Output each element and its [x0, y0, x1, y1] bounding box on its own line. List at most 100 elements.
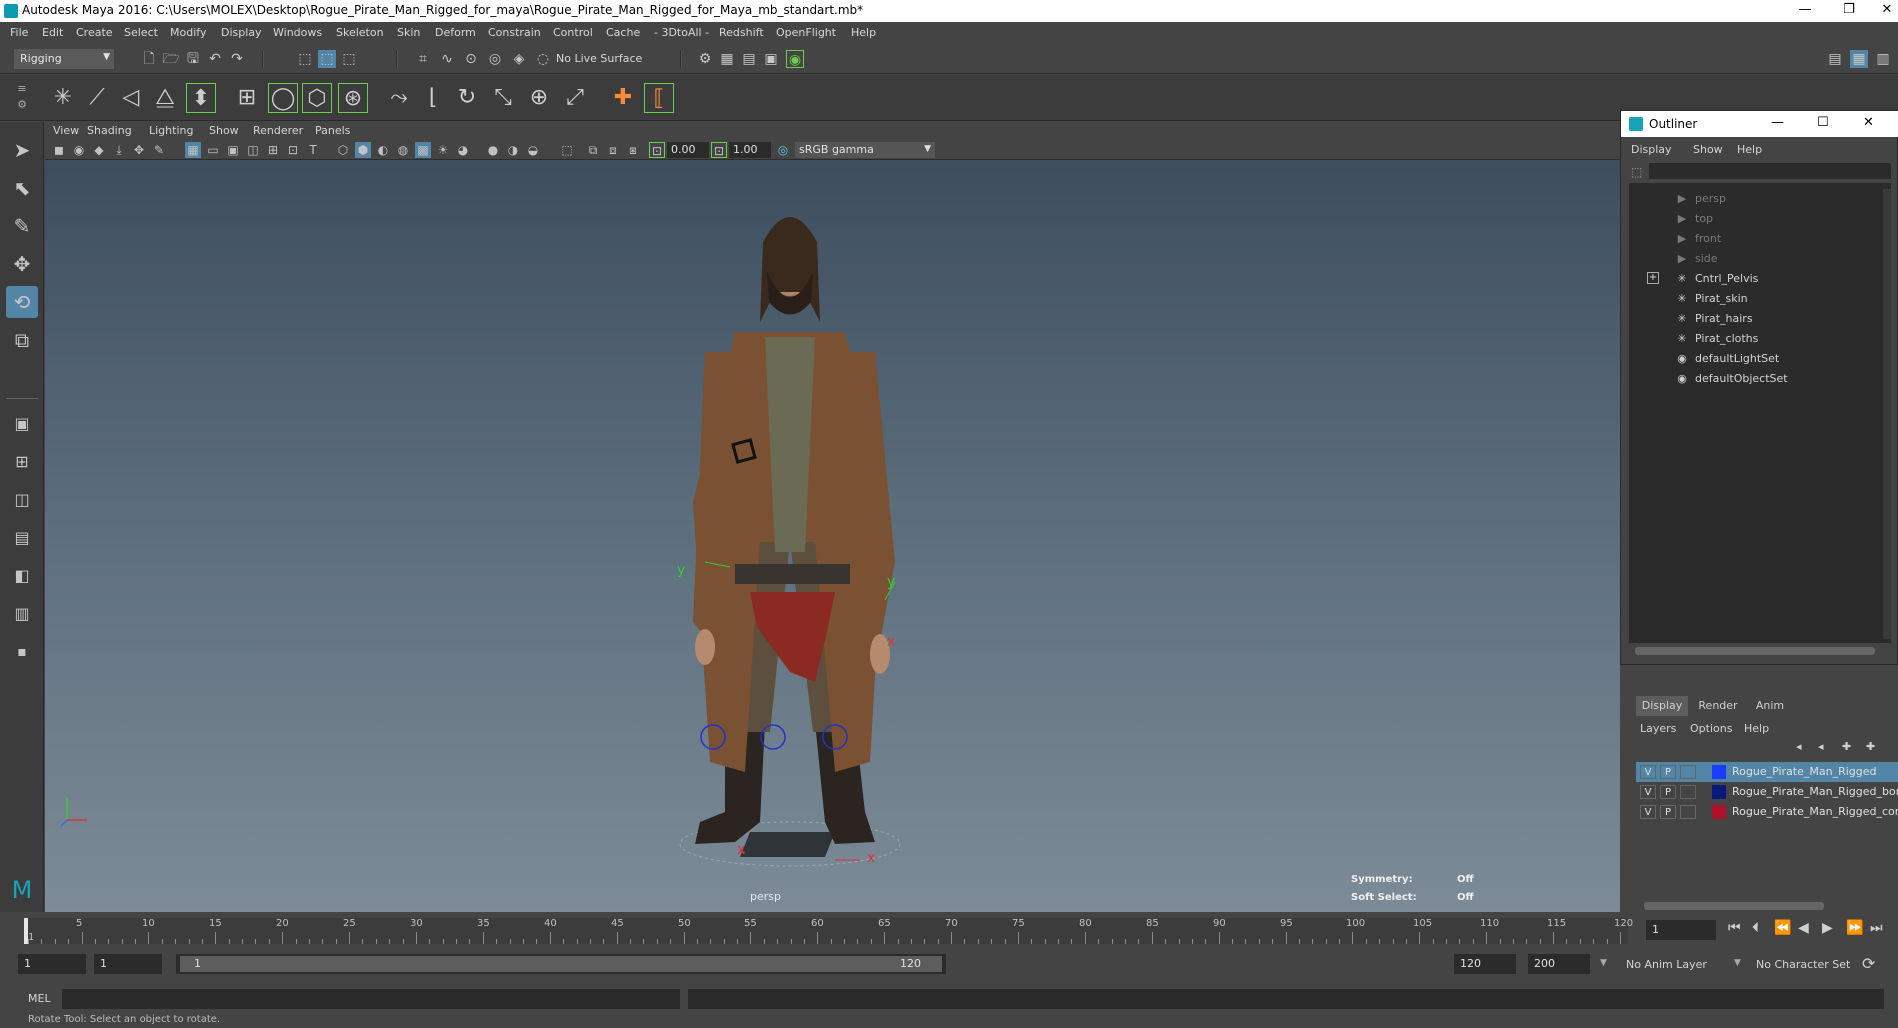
wireframe-on-shaded-icon[interactable]: ◍ [395, 142, 411, 158]
modeling-toolkit-icon[interactable]: ▤ [1826, 50, 1844, 68]
select-tool-icon[interactable]: ➤ [6, 134, 38, 166]
new-scene-icon[interactable]: 🗋 [140, 50, 158, 68]
orient-constraint-icon[interactable]: ↻ [452, 83, 482, 113]
lattice-icon[interactable]: ◯ [268, 83, 298, 113]
snap-curve-icon[interactable]: ∿ [438, 50, 456, 68]
menu-constrain[interactable]: Constrain [488, 26, 541, 39]
attribute-editor-icon[interactable]: ▦ [1850, 50, 1868, 68]
layer-color-swatch[interactable] [1712, 785, 1726, 799]
layout-menu-icon[interactable]: ▪ [6, 636, 38, 668]
outliner-persp-icon[interactable]: ▤ [6, 522, 38, 554]
layer-row[interactable]: V P Rogue_Pirate_Man_Rigged [1636, 762, 1898, 782]
gamma-icon[interactable]: ⊡ [711, 142, 727, 158]
rotate-tool-icon[interactable]: ⟲ [6, 286, 38, 318]
outliner-item[interactable]: ✳ Pirat_cloths [1629, 329, 1879, 349]
step-back-icon[interactable]: ⏴ [1752, 920, 1759, 936]
colorspace-dropdown[interactable]: sRGB gamma ▼ [795, 142, 935, 158]
safe-title-icon[interactable]: T [305, 142, 321, 158]
menu-windows[interactable]: Windows [273, 26, 322, 39]
use-default-material-icon[interactable]: ◐ [375, 142, 391, 158]
textured-icon[interactable]: ▩ [415, 142, 431, 158]
exposure-field[interactable]: 0.00 [667, 142, 709, 158]
menu-help[interactable]: Help [851, 26, 876, 39]
menu-deform[interactable]: Deform [435, 26, 476, 39]
menu-control[interactable]: Control [553, 26, 593, 39]
graph-persp-icon[interactable]: ◧ [6, 560, 38, 592]
snap-view-icon[interactable]: ◎ [486, 50, 504, 68]
lasso-tool-icon[interactable]: ⬉ [6, 172, 38, 204]
new-layer-icon[interactable]: ✚ [1866, 740, 1875, 753]
outliner-h-scrollbar[interactable] [1635, 647, 1875, 655]
snap-grid-icon[interactable]: ⌗ [414, 50, 432, 68]
resolution-gate-icon[interactable]: ▣ [225, 142, 241, 158]
exposure-icon[interactable]: ⊡ [649, 142, 665, 158]
menu-select[interactable]: Select [124, 26, 158, 39]
layer-visibility-toggle[interactable]: V [1640, 805, 1656, 819]
animation-end-field[interactable]: 200 [1528, 954, 1590, 974]
animation-start-field[interactable]: 1 [18, 954, 86, 974]
go-to-end-icon[interactable]: ⏭ [1870, 920, 1883, 936]
tab-render[interactable]: Render [1692, 696, 1744, 716]
snap-point-icon[interactable]: ⊙ [462, 50, 480, 68]
playback-end-field[interactable]: 120 [1454, 954, 1516, 974]
menu-modify[interactable]: Modify [170, 26, 206, 39]
paint-select-icon[interactable]: ✎ [6, 210, 38, 242]
isolate-select-icon[interactable]: ⬚ [559, 142, 575, 158]
screen-space-ao-icon[interactable]: ● [485, 142, 501, 158]
command-input[interactable] [62, 989, 680, 1009]
film-gate-icon[interactable]: ▭ [205, 142, 221, 158]
outliner-item[interactable]: ▶ front [1629, 229, 1879, 249]
outliner-search-input[interactable] [1649, 163, 1891, 179]
use-all-lights-icon[interactable]: ☀ [435, 142, 451, 158]
menu-cache[interactable]: Cache [606, 26, 640, 39]
image-plane-icon[interactable]: ⤓ [111, 142, 127, 158]
layer-display-type-toggle[interactable] [1680, 805, 1696, 819]
chevron-down-icon[interactable]: ▼ [1600, 958, 1607, 968]
tab-anim[interactable]: Anim [1748, 696, 1792, 716]
shadows-icon[interactable]: ◕ [455, 142, 471, 158]
layer-display-type-toggle[interactable] [1680, 785, 1696, 799]
sculpt-deformer-icon[interactable]: ⊛ [338, 83, 368, 113]
layer-visibility-toggle[interactable]: V [1640, 765, 1656, 779]
menu-openflight[interactable]: OpenFlight [776, 26, 836, 39]
bookmark-icon[interactable]: ◆ [91, 142, 107, 158]
step-forward-key-icon[interactable]: ⏩ [1846, 920, 1863, 936]
outliner-item[interactable]: ▶ persp [1629, 189, 1879, 209]
step-back-key-icon[interactable]: ⏪ [1774, 920, 1791, 936]
menu-redshift[interactable]: Redshift [719, 26, 764, 39]
channel-box-icon[interactable]: ▥ [1874, 50, 1892, 68]
layer-display-type-toggle[interactable] [1680, 765, 1696, 779]
hypershade-icon[interactable]: ◉ [786, 50, 804, 68]
range-slider-handle[interactable]: 1 120 [180, 956, 942, 972]
layers-menu-layers[interactable]: Layers [1640, 722, 1676, 735]
render-frame-icon[interactable]: ▦ [718, 50, 736, 68]
menu-create[interactable]: Create [76, 26, 113, 39]
maximize-button[interactable]: ☐ [1817, 115, 1829, 130]
menu-skin[interactable]: Skin [397, 26, 420, 39]
auto-key-icon[interactable]: ⟳ [1862, 954, 1875, 973]
play-forwards-icon[interactable]: ▶ [1822, 920, 1833, 936]
grease-pencil-icon[interactable]: ✎ [151, 142, 167, 158]
cluster-icon[interactable]: ⊞ [232, 83, 262, 113]
select-object-icon[interactable]: ⬚ [318, 50, 336, 68]
pole-vector-icon[interactable]: ⤢ [560, 83, 590, 113]
parent-constraint-icon[interactable]: ⊕ [524, 83, 554, 113]
motion-blur-icon[interactable]: ◑ [505, 142, 521, 158]
xray-active-icon[interactable]: ⧈ [605, 142, 621, 158]
minimize-button[interactable]: — [1771, 115, 1784, 130]
aim-constraint-icon[interactable]: ⌊ [418, 83, 448, 113]
menu-display[interactable]: Display [221, 26, 262, 39]
layer-color-swatch[interactable] [1712, 765, 1726, 779]
wrap-deformer-icon[interactable]: ⬡ [302, 83, 332, 113]
tab-display[interactable]: Display [1636, 696, 1688, 716]
outliner-menu-help[interactable]: Help [1737, 143, 1762, 156]
vp-menu-panels[interactable]: Panels [315, 124, 350, 137]
range-slider[interactable]: 1 120 [176, 954, 946, 974]
outliner-scrollbar[interactable] [1883, 189, 1891, 639]
two-pane-icon[interactable]: ◫ [6, 484, 38, 516]
color-management-icon[interactable]: ◎ [775, 142, 791, 158]
locator-icon[interactable]: ✚ [608, 83, 638, 113]
snap-live-icon[interactable]: ◌ [534, 50, 552, 68]
outliner-item[interactable]: ▶ side [1629, 249, 1879, 269]
safe-action-icon[interactable]: ⊡ [285, 142, 301, 158]
